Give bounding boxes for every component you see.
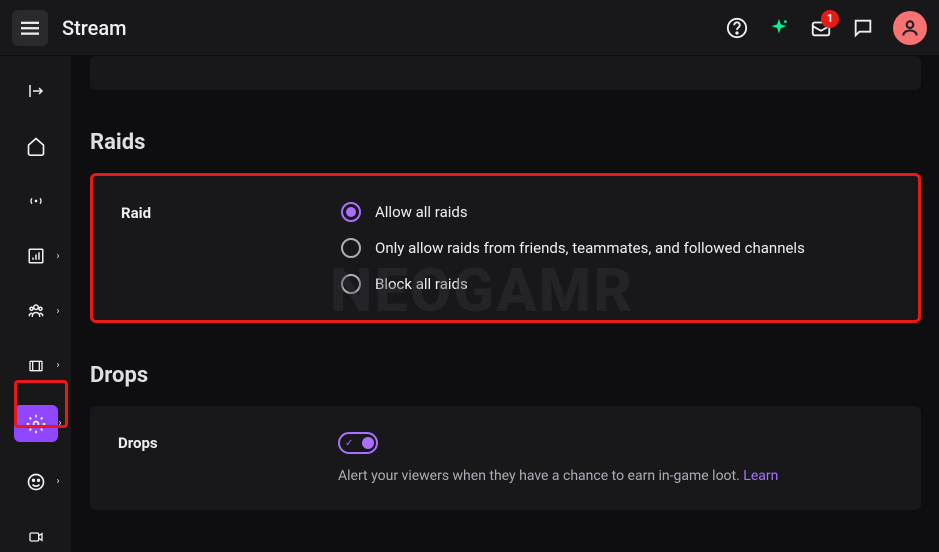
chat-button[interactable] (851, 16, 875, 40)
raid-option-allow-all[interactable]: Allow all raids (341, 202, 890, 222)
sidebar-item-video[interactable] (16, 521, 56, 552)
raid-option-friends-only[interactable]: Only allow raids from friends, teammates… (341, 238, 890, 258)
radio-label: Only allow raids from friends, teammates… (375, 239, 805, 257)
home-icon (26, 136, 46, 156)
check-icon: ✓ (345, 438, 353, 449)
drops-setting-label: Drops (118, 432, 338, 452)
raid-option-block-all[interactable]: Block all raids (341, 274, 890, 294)
raid-setting-row: Raid Allow all raids Only allow raids fr… (121, 202, 890, 294)
sidebar-item-stream[interactable] (16, 186, 56, 217)
radio-icon (341, 202, 361, 222)
main-content: Raids Raid Allow all raids Only allow ra… (72, 56, 939, 552)
sidebar-item-settings[interactable]: › (14, 405, 58, 442)
page-title: Stream (62, 16, 127, 40)
sparkle-button[interactable] (767, 16, 791, 40)
clips-icon (26, 358, 46, 374)
sidebar: › › › › › (0, 56, 72, 552)
helper-text-span: Alert your viewers when they have a chan… (338, 468, 743, 484)
sidebar-item-analytics[interactable]: › (16, 241, 56, 272)
drops-toggle[interactable]: ✓ (338, 432, 378, 454)
previous-section-card (90, 56, 921, 90)
menu-button[interactable] (12, 10, 48, 46)
smile-icon (26, 472, 46, 492)
sidebar-item-content[interactable]: › (16, 351, 56, 382)
sidebar-item-home[interactable] (16, 131, 56, 162)
app-header: Stream 1 (0, 0, 939, 56)
toggle-knob (362, 437, 374, 449)
radio-label: Allow all raids (375, 203, 468, 221)
chat-icon (852, 17, 874, 39)
sidebar-item-community[interactable]: › (16, 296, 56, 327)
hamburger-icon (21, 19, 39, 37)
user-icon (900, 18, 920, 38)
radio-icon (341, 274, 361, 294)
radio-icon (341, 238, 361, 258)
video-icon (26, 529, 46, 545)
chevron-right-icon: › (56, 251, 59, 262)
community-icon (26, 302, 46, 320)
drops-card: Drops ✓ Alert your viewers when they hav… (90, 406, 921, 510)
raids-section-title: Raids (90, 130, 921, 155)
collapse-icon (26, 82, 46, 100)
sidebar-item-collapse[interactable] (16, 76, 56, 107)
sidebar-item-extensions[interactable]: › (16, 466, 56, 497)
help-button[interactable] (725, 16, 749, 40)
sparkle-icon (768, 17, 790, 39)
raid-setting-label: Raid (121, 202, 341, 222)
radio-label: Block all raids (375, 275, 468, 293)
header-actions: 1 (725, 11, 927, 45)
gear-icon (26, 414, 46, 434)
chevron-right-icon: › (56, 476, 59, 487)
chevron-right-icon: › (58, 418, 61, 429)
chart-icon (27, 247, 45, 265)
raids-card: Raid Allow all raids Only allow raids fr… (90, 173, 921, 323)
inbox-button[interactable]: 1 (809, 16, 833, 40)
chevron-right-icon: › (56, 306, 59, 317)
avatar-button[interactable] (893, 11, 927, 45)
raid-options: Allow all raids Only allow raids from fr… (341, 202, 890, 294)
stream-icon (26, 193, 46, 209)
chevron-right-icon: › (56, 360, 59, 371)
drops-helper-text: Alert your viewers when they have a chan… (338, 468, 893, 484)
drops-section-title: Drops (90, 363, 921, 388)
inbox-badge: 1 (821, 10, 839, 28)
drops-content: ✓ Alert your viewers when they have a ch… (338, 432, 893, 484)
learn-link[interactable]: Learn (743, 468, 778, 484)
drops-setting-row: Drops ✓ Alert your viewers when they hav… (118, 432, 893, 484)
help-icon (726, 17, 748, 39)
